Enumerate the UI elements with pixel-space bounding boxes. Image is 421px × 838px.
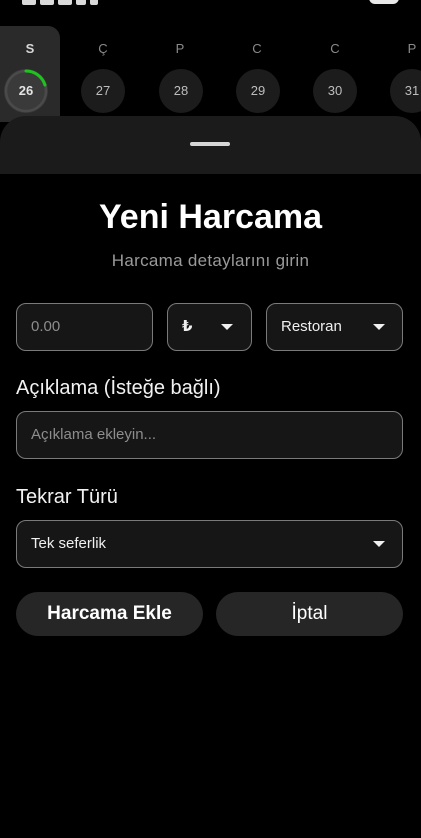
page-subtitle: Harcama detaylarını girin (111, 251, 310, 270)
drag-handle[interactable] (190, 142, 230, 146)
day-number: 29 (236, 69, 280, 113)
amount-input[interactable]: 0.00 (16, 303, 153, 351)
category-dropdown[interactable]: Restoran (266, 303, 403, 351)
repeat-label: Tekrar Türü (16, 486, 118, 508)
day-letter: C (252, 41, 262, 56)
chevron-down-icon (373, 324, 385, 330)
calendar-day-selected[interactable]: S 26 (0, 26, 60, 122)
day-letter: Ç (98, 41, 108, 56)
status-bar-right-icons (309, 0, 399, 4)
description-input[interactable]: Açıklama ekleyin... (16, 411, 403, 459)
calendar-day[interactable]: C 30 (305, 26, 365, 122)
calendar-day[interactable]: C 29 (227, 26, 287, 122)
chevron-down-icon (373, 541, 385, 547)
currency-dropdown[interactable]: ₺ (167, 303, 252, 351)
description-label: Açıklama (İsteğe bağlı) (16, 377, 221, 399)
battery-icon (369, 0, 399, 4)
chevron-down-icon (221, 324, 233, 330)
category-value: Restoran (281, 318, 342, 335)
day-number: 31 (390, 69, 421, 113)
progress-ring-icon (4, 69, 48, 113)
calendar-day[interactable]: P 31 (382, 26, 421, 122)
day-letter: S (25, 41, 35, 56)
amount-placeholder: 0.00 (31, 318, 61, 335)
currency-value: ₺ (182, 318, 193, 335)
day-number: 30 (313, 69, 357, 113)
status-bar-left-icons (22, 0, 122, 5)
status-bar (0, 0, 421, 8)
day-number: 26 (4, 69, 48, 113)
repeat-value: Tek seferlik (31, 535, 107, 552)
page-title: Yeni Harcama (98, 198, 323, 236)
cancel-button[interactable]: İptal (216, 592, 403, 636)
day-letter: P (175, 41, 185, 56)
day-number: 28 (159, 69, 203, 113)
add-expense-button[interactable]: Harcama Ekle (16, 592, 203, 636)
description-placeholder: Açıklama ekleyin... (31, 426, 157, 443)
calendar-day[interactable]: P 28 (150, 26, 210, 122)
calendar-day[interactable]: Ç 27 (73, 26, 133, 122)
repeat-type-dropdown[interactable]: Tek seferlik (16, 520, 403, 568)
calendar-strip: S 26 Ç 27 P 28 C 29 C 30 P 31 (0, 26, 421, 122)
day-letter: P (407, 41, 417, 56)
day-number: 27 (81, 69, 125, 113)
day-letter: C (330, 41, 340, 56)
